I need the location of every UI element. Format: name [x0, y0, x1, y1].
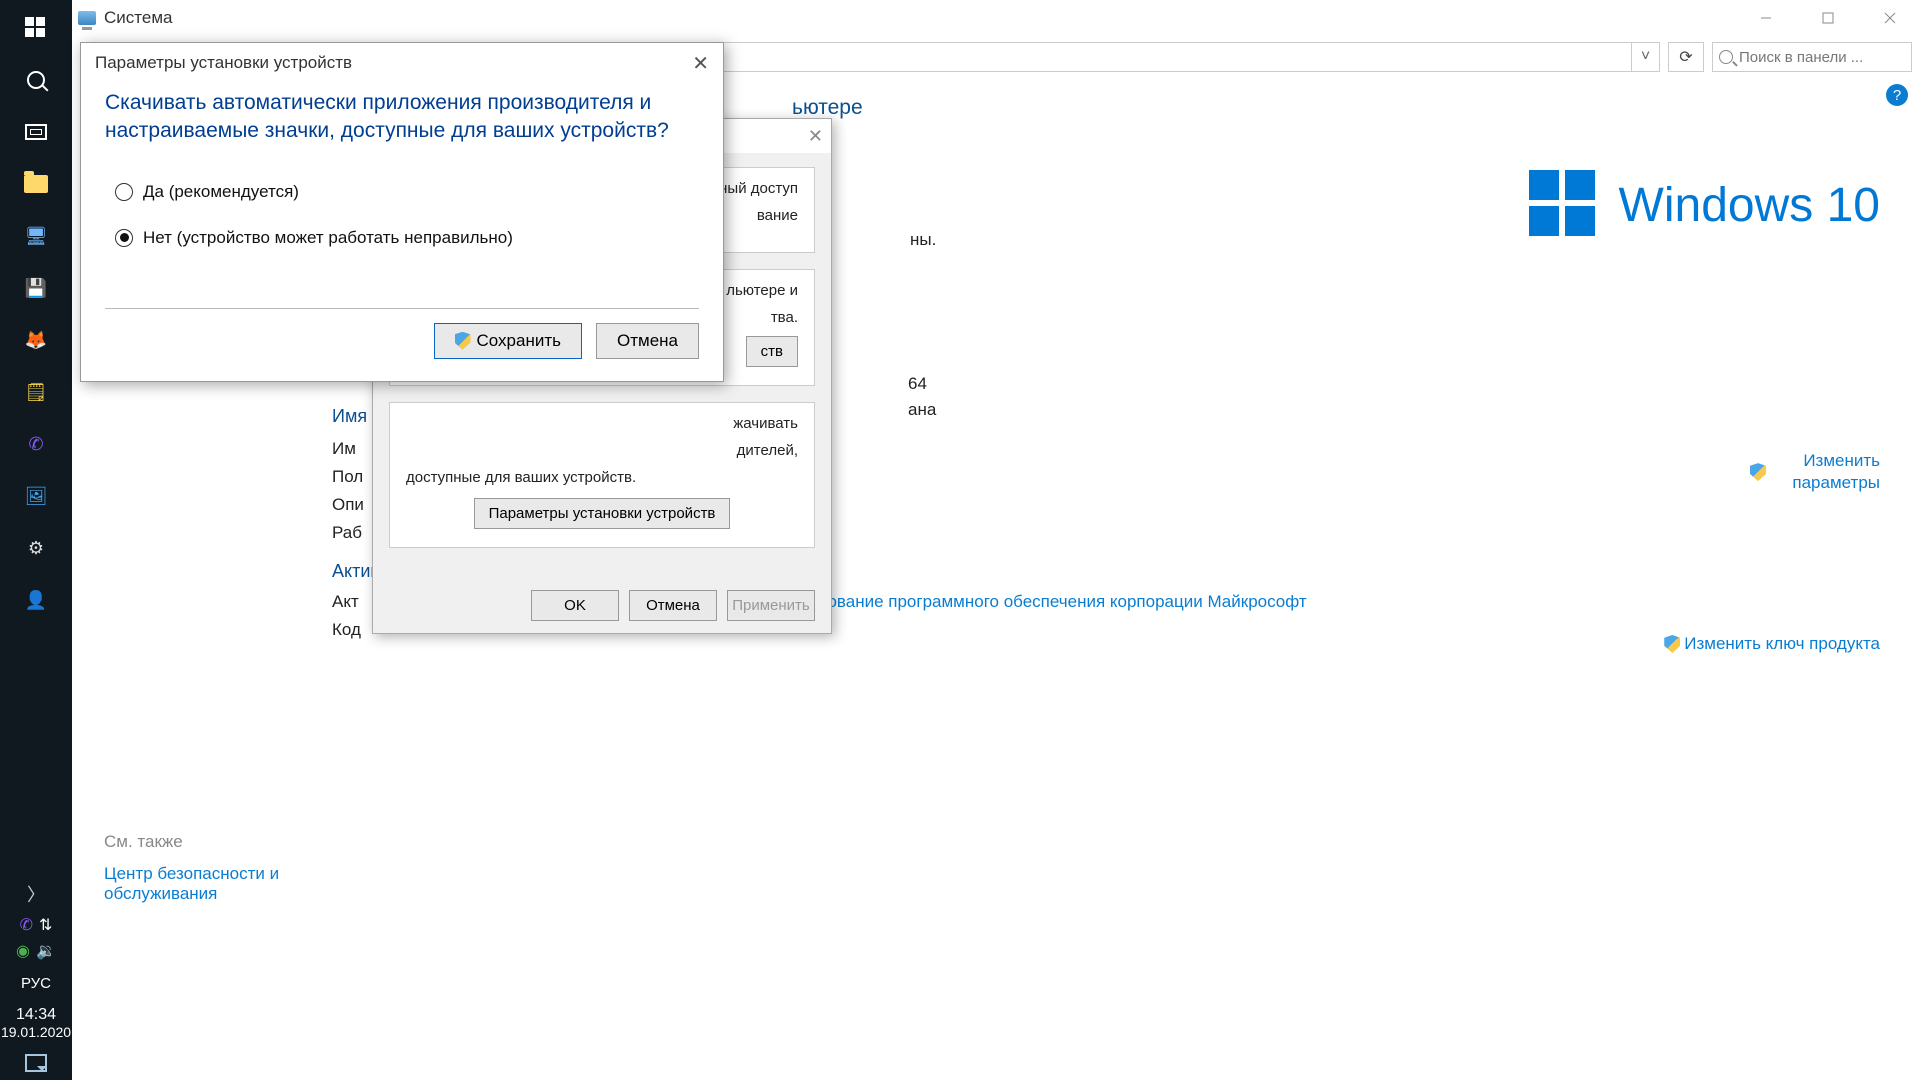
taskbar-search[interactable]	[18, 62, 54, 98]
shield-icon	[1750, 463, 1766, 481]
help-button[interactable]: ?	[1886, 84, 1908, 106]
shield-icon	[1664, 635, 1680, 653]
cancel-button[interactable]: Отмена	[629, 590, 717, 621]
tray-expand[interactable]: 〉	[27, 881, 45, 907]
tray-viber-icon[interactable]: ✆	[20, 915, 33, 935]
taskbar-app[interactable]: 💾	[18, 270, 54, 306]
taskbar-app[interactable]: 👤	[18, 582, 54, 618]
brand-text: Windows 10	[1619, 178, 1880, 233]
dialog-titlebar[interactable]: Параметры установки устройств ✕	[81, 43, 723, 83]
security-center-link[interactable]: Центр безопасности и обслуживания	[104, 864, 284, 904]
task-view[interactable]	[18, 114, 54, 150]
device-install-dialog: Параметры установки устройств ✕ Скачиват…	[80, 42, 724, 382]
apply-button: Применить	[727, 590, 815, 621]
taskbar-notes[interactable]: 🗒	[18, 374, 54, 410]
save-button[interactable]: Сохранить	[434, 323, 582, 359]
ok-button[interactable]: OK	[531, 590, 619, 621]
close-icon[interactable]: ✕	[692, 51, 709, 76]
windows-logo-icon	[25, 17, 47, 39]
dialog-footer: OK Отмена Применить	[373, 578, 831, 633]
taskbar: 🖥 💾 🦊 🗒 ✆ 🖼 ⚙ 👤 〉 ✆ ⇅ ◉ 🔉 РУС 14:34 19.0…	[0, 0, 72, 1080]
shield-icon	[455, 332, 471, 350]
radio-icon	[115, 183, 133, 201]
minimize-button[interactable]	[1736, 0, 1796, 36]
search-box[interactable]: Поиск в панели ...	[1712, 42, 1912, 72]
device-manager-button[interactable]: ств	[746, 336, 798, 367]
dialog-title: Параметры установки устройств	[95, 53, 352, 73]
maximize-button[interactable]	[1798, 0, 1858, 36]
window-titlebar[interactable]: Система	[72, 0, 1920, 36]
radio-no[interactable]: Нет (устройство может работать неправиль…	[105, 228, 699, 248]
action-center[interactable]	[25, 1054, 47, 1072]
tray-network-icon[interactable]: ⇅	[39, 915, 52, 935]
refresh-button[interactable]: ⟳	[1668, 42, 1704, 72]
see-also-label: См. также	[104, 832, 284, 852]
computer-icon	[78, 11, 96, 25]
change-key-link[interactable]: Изменить ключ продукта	[1664, 634, 1880, 654]
address-dropdown[interactable]: ˅	[1632, 42, 1660, 72]
taskview-icon	[25, 124, 47, 140]
file-explorer[interactable]	[18, 166, 54, 202]
clock-date[interactable]: 19.01.2020	[1, 1024, 71, 1040]
search-icon	[1719, 50, 1733, 64]
cancel-button[interactable]: Отмена	[596, 323, 699, 359]
taskbar-app[interactable]: 🖼	[18, 478, 54, 514]
dialog-question: Скачивать автоматически приложения произ…	[105, 89, 699, 146]
window-title: Система	[104, 8, 172, 28]
taskbar-app[interactable]: 🖥	[18, 218, 54, 254]
search-icon	[27, 71, 45, 89]
taskbar-settings[interactable]: ⚙	[18, 530, 54, 566]
windows-logo-icon	[1529, 170, 1599, 240]
windows10-brand: Windows 10	[1529, 170, 1880, 240]
radio-yes[interactable]: Да (рекомендуется)	[105, 182, 699, 202]
taskbar-viber[interactable]: ✆	[18, 426, 54, 462]
device-install-settings-button[interactable]: Параметры установки устройств	[474, 498, 731, 529]
folder-icon	[24, 175, 48, 193]
license-terms-link[interactable]: ользование программного обеспечения корп…	[792, 592, 1307, 612]
close-icon[interactable]: ✕	[808, 126, 823, 147]
change-settings-link[interactable]: Изменить параметры	[1750, 450, 1880, 494]
radio-icon	[115, 229, 133, 247]
start-button[interactable]	[18, 10, 54, 46]
device-install-group: жачивать дителей, доступные для ваших ус…	[389, 402, 815, 548]
clock-time[interactable]: 14:34	[16, 1006, 56, 1024]
taskbar-firefox[interactable]: 🦊	[18, 322, 54, 358]
language-indicator[interactable]: РУС	[21, 975, 51, 992]
tray-utorrent-icon[interactable]: ◉	[16, 941, 30, 961]
tray-sound-icon[interactable]: 🔉	[36, 941, 56, 961]
close-button[interactable]	[1860, 0, 1920, 36]
